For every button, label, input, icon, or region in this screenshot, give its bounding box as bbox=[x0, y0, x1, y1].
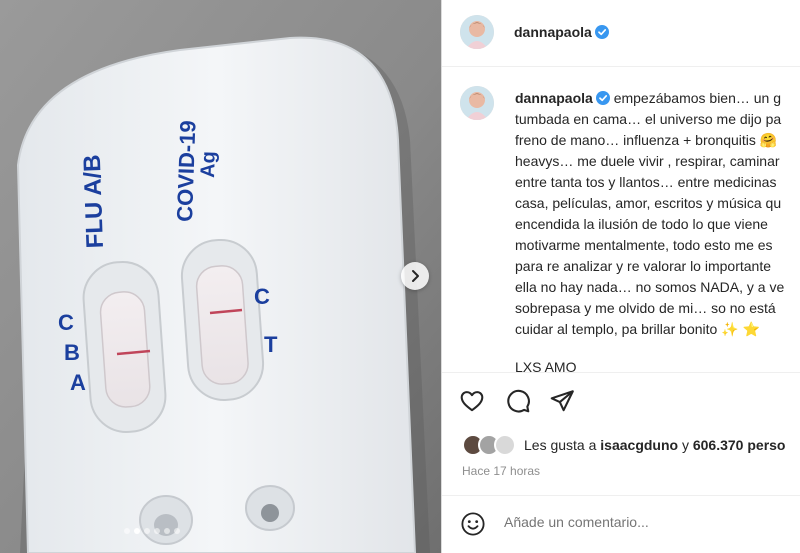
caption-line: ella no hay nada… no somos NADA, y a ve bbox=[515, 279, 785, 295]
comment-bubble-icon bbox=[507, 389, 530, 413]
likes-connector: y bbox=[681, 437, 689, 453]
verified-badge-icon bbox=[595, 91, 610, 105]
avatar-image bbox=[460, 15, 494, 49]
header-username[interactable]: dannapaola bbox=[514, 24, 592, 40]
caption-closing: LXS AMO bbox=[515, 359, 577, 375]
caption-line: para re analizar y re valorar lo importa… bbox=[515, 258, 772, 274]
liker-avatar[interactable] bbox=[494, 434, 516, 456]
likes-summary: Les gusta a isaacgduno y 606.370 perso bbox=[462, 432, 785, 458]
carousel-dot bbox=[144, 528, 150, 534]
rapid-test-photo: FLU A/B COVID-19 Ag C B A C T bbox=[0, 0, 441, 553]
send-icon bbox=[550, 390, 574, 412]
comment-input[interactable] bbox=[504, 514, 784, 530]
header-user[interactable]: dannapaola bbox=[514, 24, 609, 42]
heart-icon bbox=[460, 391, 484, 412]
likes-user-link[interactable]: isaacgduno bbox=[600, 437, 678, 453]
likes-prefix: Les gusta a bbox=[524, 437, 597, 453]
flu-label: FLU A/B bbox=[79, 154, 109, 249]
post-caption: dannapaola empezábamos bien… un g tumbad… bbox=[515, 88, 800, 378]
verified-badge-icon bbox=[594, 25, 609, 39]
comment-button[interactable] bbox=[504, 387, 532, 415]
carousel-dot bbox=[174, 528, 180, 534]
caption-line: freno de mano… influenza + bronquitis 🤗 bbox=[515, 132, 778, 148]
carousel-dot bbox=[124, 528, 130, 534]
right-letter-c: C bbox=[254, 284, 270, 309]
caption-avatar[interactable] bbox=[460, 86, 494, 120]
post-header: dannapaola bbox=[442, 0, 800, 67]
emoji-button[interactable] bbox=[459, 510, 487, 538]
caption-line: sobrepasa y me olvido de mi… so no está bbox=[515, 300, 776, 316]
caption-line: heavys… me duele vivir , respirar, camin… bbox=[515, 153, 780, 169]
covid-sub-label: Ag bbox=[197, 151, 220, 178]
caption-line: encendida la ilusión de todo lo que vien… bbox=[515, 216, 768, 232]
caption-line: casa, películas, amor, escritos y música… bbox=[515, 195, 782, 211]
comment-box bbox=[442, 495, 800, 553]
left-letter-a: A bbox=[70, 370, 86, 395]
chevron-right-icon bbox=[412, 270, 419, 282]
left-letter-b: B bbox=[64, 340, 80, 365]
caption-line: empezábamos bien… un g bbox=[613, 90, 782, 106]
carousel-dot-active bbox=[134, 528, 140, 534]
avatar-image bbox=[460, 86, 494, 120]
caption-line: entre tanta tos y llantos… entre medicin… bbox=[515, 174, 777, 190]
likes-count-link[interactable]: 606.370 perso bbox=[693, 437, 786, 453]
caption-username[interactable]: dannapaola bbox=[515, 90, 593, 106]
carousel-next-button[interactable] bbox=[401, 262, 429, 290]
left-letter-c: C bbox=[58, 310, 74, 335]
post-photo[interactable]: FLU A/B COVID-19 Ag C B A C T bbox=[0, 0, 441, 553]
caption-first-line: dannapaola empezábamos bien… un g bbox=[515, 88, 800, 109]
carousel-dot bbox=[154, 528, 160, 534]
carousel-dot bbox=[164, 528, 170, 534]
avatar[interactable] bbox=[460, 15, 494, 49]
caption-line: motivarme mentalmente, todo esto me es bbox=[515, 237, 773, 253]
actions-divider bbox=[442, 372, 800, 374]
right-letter-t: T bbox=[264, 332, 278, 357]
carousel-dots bbox=[124, 528, 180, 534]
post-side-panel: dannapaola dannapaola empezábamos bien… … bbox=[441, 0, 800, 553]
share-button[interactable] bbox=[548, 387, 576, 415]
post-timestamp[interactable]: Hace 17 horas bbox=[462, 464, 540, 478]
caption-line: cuidar al templo, pa brillar bonito ✨ ⭐ bbox=[515, 321, 760, 337]
like-button[interactable] bbox=[458, 387, 486, 415]
emoji-smile-icon bbox=[461, 512, 485, 536]
caption-line: tumbada en cama… el universo me dijo pa bbox=[515, 111, 782, 127]
